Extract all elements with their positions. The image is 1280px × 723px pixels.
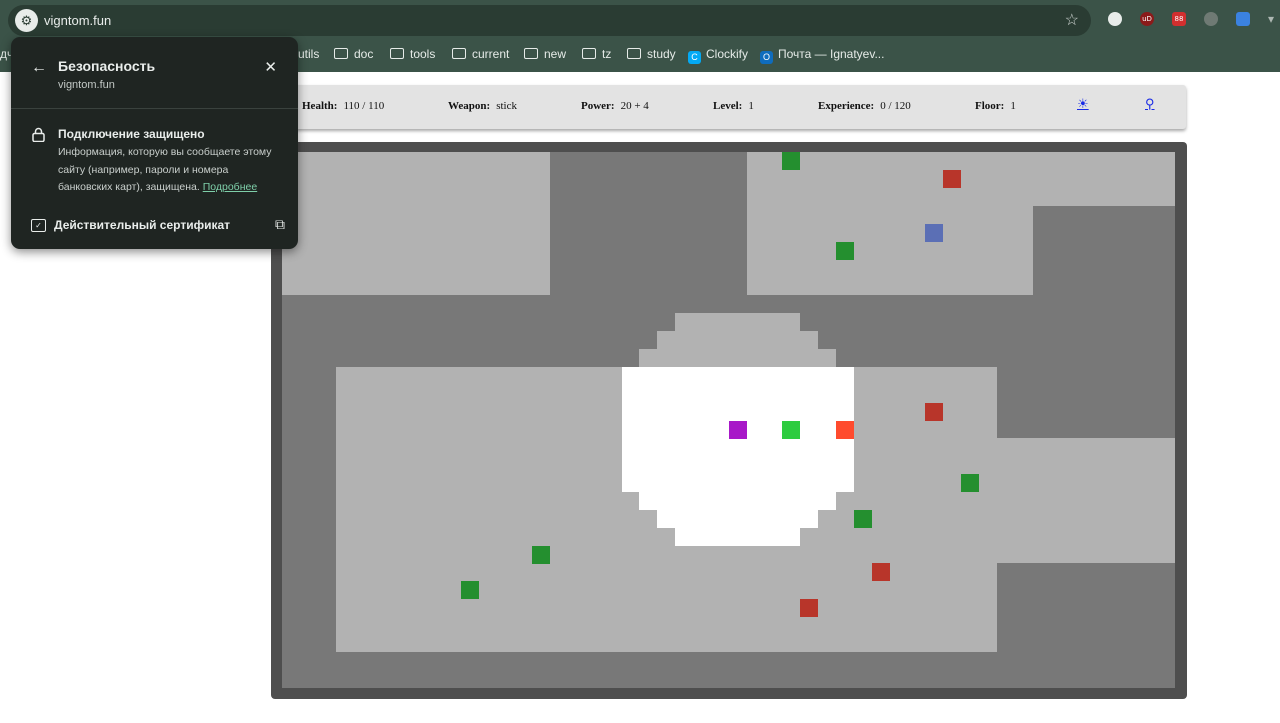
floor-value: 1 xyxy=(1010,100,1016,112)
level-stat: Level: 1 xyxy=(713,85,754,127)
experience-value: 0 / 120 xyxy=(880,100,911,112)
certificate-icon: ✓ xyxy=(31,219,46,232)
security-popup: ← Безопасность vigntom.fun ✕ Подключение… xyxy=(11,37,298,249)
health-item xyxy=(836,242,854,260)
bookmark-current[interactable]: current xyxy=(452,42,509,66)
folder-icon xyxy=(334,48,348,59)
floor-stat: Floor: 1 xyxy=(975,85,1016,127)
bookmark-new[interactable]: new xyxy=(524,42,566,66)
dungeon-map[interactable] xyxy=(282,152,1175,688)
connection-title: Подключение защищено xyxy=(58,127,205,141)
bookmark-utils[interactable]: utils xyxy=(298,42,319,66)
power-stat: Power: 20 + 4 xyxy=(581,85,649,127)
folder-icon xyxy=(390,48,404,59)
room-top-left xyxy=(282,152,550,295)
weapon-label: Weapon: xyxy=(448,100,491,112)
bookmark-label: current xyxy=(472,47,510,61)
toggle-light-icon[interactable]: ☀ xyxy=(1077,85,1089,123)
divider xyxy=(11,108,298,109)
weapon-item xyxy=(925,224,943,242)
boss xyxy=(836,421,854,439)
fog-dome-3 xyxy=(639,349,836,367)
power-label: Power: xyxy=(581,100,615,112)
folder-icon xyxy=(452,48,466,59)
certificate-row[interactable]: ✓ Действительный сертификат ⧉ xyxy=(31,216,285,236)
ublock-icon[interactable]: uD xyxy=(1140,12,1154,26)
experience-stat: Experience: 0 / 120 xyxy=(818,85,911,127)
bookmark-mail[interactable]: O Почта — Ignatyev... xyxy=(760,42,884,66)
weapon-value: stick xyxy=(496,100,517,112)
floor-label: Floor: xyxy=(975,100,1005,112)
player xyxy=(782,421,800,439)
close-icon[interactable]: ✕ xyxy=(264,58,277,76)
health-item xyxy=(461,581,479,599)
game-status-bar: Health: 110 / 110 Weapon: stick Power: 20 +… xyxy=(278,85,1186,129)
level-label: Level: xyxy=(713,100,743,112)
external-link-icon[interactable]: ⧉ xyxy=(275,216,285,233)
bookmark-label: study xyxy=(647,47,676,61)
map-pin-icon[interactable]: ⚲ xyxy=(1145,85,1155,123)
popup-site: vigntom.fun xyxy=(58,79,115,91)
power-value: 20 + 4 xyxy=(620,100,649,112)
certificate-label: Действительный сертификат xyxy=(54,218,231,232)
enemy xyxy=(925,403,943,421)
bookmark-doc[interactable]: doc xyxy=(334,42,373,66)
back-arrow-icon[interactable]: ← xyxy=(31,59,47,77)
enemy xyxy=(800,599,818,617)
bookmark-tools[interactable]: tools xyxy=(390,42,435,66)
bookmark-label: tz xyxy=(602,47,612,61)
more-info-link[interactable]: Подробнее xyxy=(203,181,257,193)
bookmark-clockify[interactable]: C Clockify xyxy=(688,42,748,66)
bookmark-label: tools xyxy=(410,47,436,61)
fog-dome-1 xyxy=(675,313,800,331)
site-info-icon[interactable]: ⚙ xyxy=(15,9,38,32)
enemy xyxy=(943,170,961,188)
clockify-icon: C xyxy=(688,51,701,64)
room-right-extension xyxy=(997,438,1175,563)
popup-title: Безопасность xyxy=(58,58,156,74)
address-bar[interactable]: ⚙ vigntom.fun ☆ xyxy=(8,5,1091,36)
lock-icon xyxy=(32,127,45,142)
extension-gray-icon[interactable] xyxy=(1204,12,1218,26)
health-item xyxy=(782,152,800,170)
room-top-right-lower xyxy=(747,206,1033,295)
profile-icon[interactable]: ▾ xyxy=(1264,12,1278,26)
health-stat: Health: 110 / 110 xyxy=(302,85,384,127)
bookmark-star-icon[interactable]: ☆ xyxy=(1065,5,1079,36)
weapon-stat: Weapon: stick xyxy=(448,85,517,127)
bookmark-study[interactable]: study xyxy=(627,42,676,66)
folder-icon xyxy=(524,48,538,59)
outlook-icon: O xyxy=(760,51,773,64)
bookmark-tz[interactable]: tz xyxy=(582,42,611,66)
level-value: 1 xyxy=(748,100,754,112)
bookmark-label: utils xyxy=(298,47,320,61)
exit-portal xyxy=(729,421,747,439)
folder-icon xyxy=(582,48,596,59)
bookmark-label: new xyxy=(544,47,567,61)
bookmark-label: Почта — Ignatyev... xyxy=(778,47,885,61)
health-label: Health: xyxy=(302,100,338,112)
fog-dome-2 xyxy=(657,331,818,349)
health-value: 110 / 110 xyxy=(343,100,385,112)
enemy xyxy=(872,563,890,581)
extension-blue-icon[interactable] xyxy=(1236,12,1250,26)
bookmark-label: doc xyxy=(354,47,374,61)
bookmark-label: Clockify xyxy=(706,47,749,61)
health-item xyxy=(532,546,550,564)
chrome-icon[interactable] xyxy=(1108,12,1122,26)
health-item xyxy=(961,474,979,492)
experience-label: Experience: xyxy=(818,100,875,112)
health-item xyxy=(854,510,872,528)
folder-icon xyxy=(627,48,641,59)
connection-description: Информация, которую вы сообщаете этому с… xyxy=(58,144,283,197)
url-text[interactable]: vigntom.fun xyxy=(44,5,111,36)
extension-red-icon[interactable]: 88 xyxy=(1172,12,1186,26)
